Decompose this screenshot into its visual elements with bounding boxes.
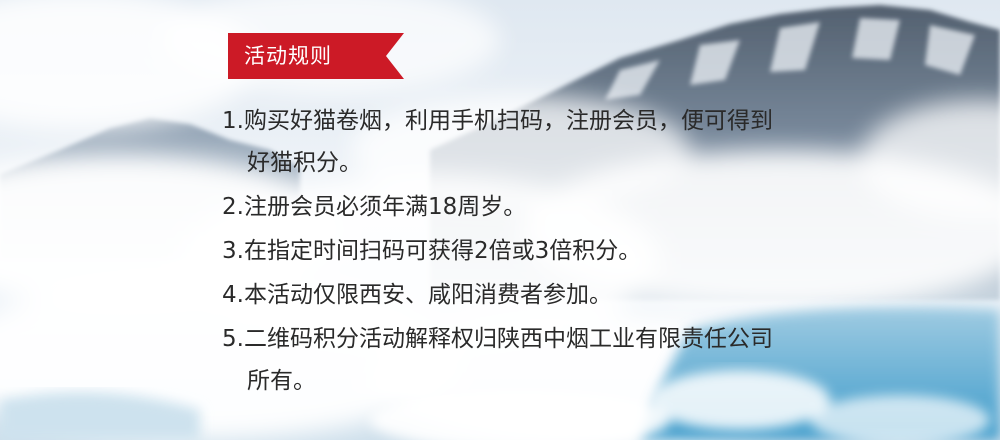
rule-item-4: 4.本活动仅限西安、咸阳消费者参加。 <box>222 282 612 308</box>
rule-item-2: 2.注册会员必须年满18周岁。 <box>222 194 527 220</box>
rule-item-1: 1.购买好猫卷烟，利用手机扫码，注册会员，便可得到好猫积分。 <box>222 108 773 176</box>
rules-list: 1.购买好猫卷烟，利用手机扫码，注册会员，便可得到好猫积分。 2.注册会员必须年… <box>222 100 782 404</box>
rules-title: 活动规则 <box>244 44 332 68</box>
rule-item-3: 3.在指定时间扫码可获得2倍或3倍积分。 <box>222 238 642 264</box>
rules-title-tag: 活动规则 <box>228 33 404 79</box>
rule-item-5: 5.二维码积分活动解释权归陕西中烟工业有限责任公司所有。 <box>222 326 773 394</box>
